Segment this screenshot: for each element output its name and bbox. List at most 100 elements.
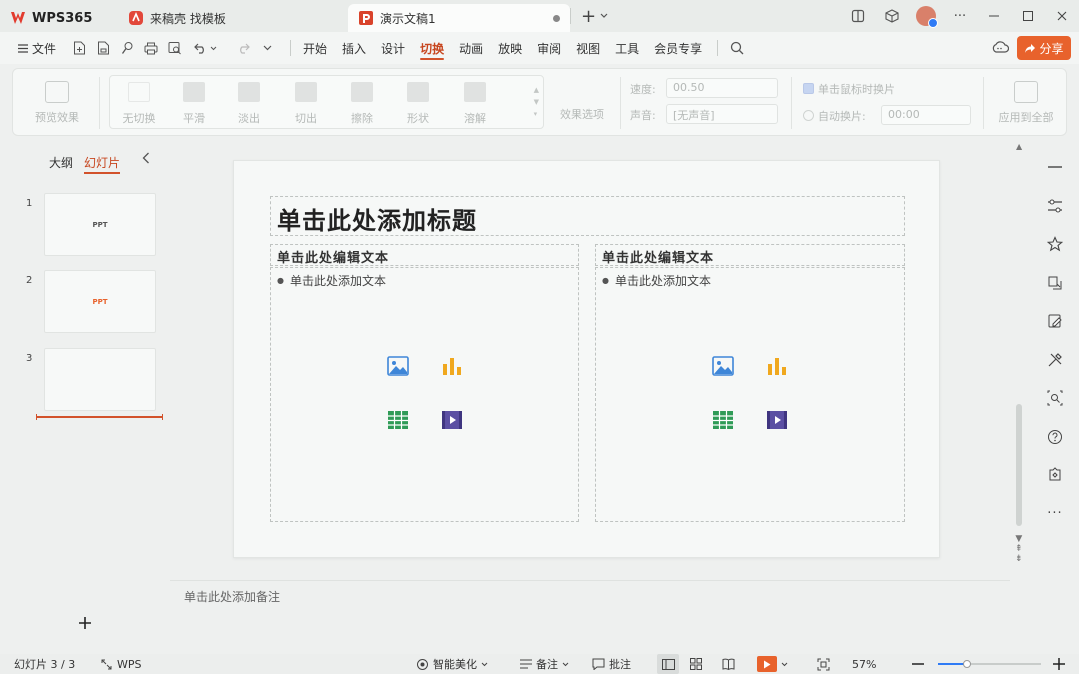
apply-all-icon [1014,81,1038,103]
effect-options-button[interactable]: 效果选项 [551,69,613,137]
tab-outline[interactable]: 大纲 [49,154,73,171]
quick-access-more-button[interactable] [258,39,276,57]
insert-picture-icon[interactable] [711,354,735,378]
title-placeholder[interactable]: 单击此处添加标题 [270,196,905,236]
gallery-scroll[interactable]: ▲ ▼ ▾ [534,84,539,120]
zoom-slider-handle[interactable] [962,660,971,668]
zoom-in-button[interactable] [1053,654,1065,674]
tab-design[interactable]: 设计 [381,32,405,64]
play-slideshow-button[interactable] [757,654,788,674]
tab-docer[interactable]: 来稿壳 找模板 [118,4,348,32]
sidebar-favorites-button[interactable] [1036,225,1074,264]
new-tab-button[interactable]: + [581,6,608,27]
slide-thumbnail-1[interactable]: PPT [44,193,156,256]
zoom-level[interactable]: 57% [852,654,876,674]
share-button[interactable]: 分享 [1017,36,1071,60]
slide-canvas[interactable]: 单击此处添加标题 单击此处编辑文本 单击此处添加文本 单击此处编辑文本 单击此处… [233,160,940,558]
close-button[interactable] [1045,0,1079,32]
collapse-panel-button[interactable] [142,152,150,164]
sound-select[interactable]: [无声音] [666,104,778,124]
sidebar-edit-button[interactable] [1036,302,1074,341]
vertical-scrollbar[interactable] [1016,404,1022,526]
tab-home[interactable]: 开始 [303,32,327,64]
scroll-up-button[interactable]: ▲ [1016,142,1022,151]
sidebar-more-button[interactable]: ··· [1036,495,1074,534]
left-content-placeholder[interactable]: 单击此处添加文本 [270,267,579,522]
tab-slides[interactable]: 幻灯片 [84,154,121,174]
sidebar-properties-button[interactable] [1036,187,1074,226]
sidebar-tools-button[interactable] [1036,341,1074,380]
sidebar-transform-button[interactable] [1036,264,1074,303]
undo-button[interactable] [190,39,220,57]
reading-view-button[interactable] [722,654,735,674]
insert-video-icon[interactable] [440,408,464,432]
minimize-button[interactable] [977,0,1011,32]
add-slide-button[interactable] [78,616,92,630]
cloud-sync-button[interactable] [991,40,1009,54]
tab-review[interactable]: 审阅 [537,32,561,64]
comments-button[interactable]: 批注 [592,654,631,674]
right-subtitle-placeholder[interactable]: 单击此处编辑文本 [595,244,905,266]
transition-none[interactable]: 无切换 [114,82,164,126]
transition-wipe[interactable]: 擦除 [337,82,387,126]
print-preview-button[interactable] [166,39,184,57]
insert-chart-icon[interactable] [440,354,464,378]
user-avatar-button[interactable] [909,0,943,32]
auto-advance-option[interactable]: 自动换片: [803,108,866,124]
auto-advance-input[interactable]: 00:00 [881,105,971,125]
format-painter-button[interactable] [118,39,136,57]
transition-smooth[interactable]: 平滑 [169,82,219,126]
print-button[interactable] [142,39,160,57]
tab-tools[interactable]: 工具 [615,32,639,64]
tab-animations[interactable]: 动画 [459,32,483,64]
box-button[interactable] [875,0,909,32]
transition-shape[interactable]: 形状 [393,82,443,126]
smart-beautify-button[interactable]: 智能美化 [416,654,488,674]
insert-table-icon[interactable] [386,408,410,432]
tab-slideshow[interactable]: 放映 [498,32,522,64]
zoom-out-button[interactable] [912,654,924,674]
tab-presentation[interactable]: 演示文稿1 [348,4,570,32]
sidebar-menu-button[interactable] [1036,148,1074,187]
apply-to-all-button[interactable]: 应用到全部 [989,69,1063,137]
preview-effect-button[interactable]: 预览效果 [21,69,93,137]
tab-membership[interactable]: 会员专享 [654,32,702,64]
slide-thumbnail-3[interactable] [44,348,156,411]
left-subtitle-placeholder[interactable]: 单击此处编辑文本 [270,244,579,266]
zoom-slider[interactable] [938,660,1041,668]
save-button[interactable] [94,39,112,57]
fit-to-window-button[interactable] [817,654,830,674]
normal-view-button[interactable] [657,654,679,674]
sidebar-find-button[interactable] [1036,379,1074,418]
more-button[interactable]: ··· [943,0,977,32]
notes-toggle-button[interactable]: 备注 [520,654,569,674]
click-advance-checkbox[interactable]: 单击鼠标时换片 [803,81,895,97]
maximize-button[interactable] [1011,0,1045,32]
new-doc-button[interactable] [70,39,88,57]
search-button[interactable] [728,39,746,57]
transition-dissolve[interactable]: 溶解 [450,82,500,126]
tab-wps365[interactable]: WPS365 [0,4,118,32]
file-menu-button[interactable]: 文件 [18,40,56,57]
speed-input[interactable]: 00.50 [666,78,778,98]
tab-insert[interactable]: 插入 [342,32,366,64]
insert-video-icon[interactable] [765,408,789,432]
insert-chart-icon[interactable] [765,354,789,378]
notes-placeholder[interactable]: 单击此处添加备注 [184,588,280,605]
scroll-controls[interactable]: ▼ ⇞ ⇟ [1015,534,1023,564]
tab-transitions[interactable]: 切换 [420,32,445,64]
reading-mode-button[interactable] [841,0,875,32]
wps-account-button[interactable]: WPS [100,654,142,674]
slide-thumbnail-2[interactable]: PPT [44,270,156,333]
insert-table-icon[interactable] [711,408,735,432]
transition-cut[interactable]: 切出 [281,82,331,126]
redo-button[interactable] [234,39,252,57]
notes-divider[interactable] [170,580,1010,581]
insert-picture-icon[interactable] [386,354,410,378]
slide-sorter-button[interactable] [690,654,702,674]
right-content-placeholder[interactable]: 单击此处添加文本 [595,267,905,522]
transition-fade[interactable]: 淡出 [224,82,274,126]
sidebar-help-button[interactable] [1036,418,1074,457]
tab-view[interactable]: 视图 [576,32,600,64]
sidebar-ai-button[interactable] [1036,456,1074,495]
